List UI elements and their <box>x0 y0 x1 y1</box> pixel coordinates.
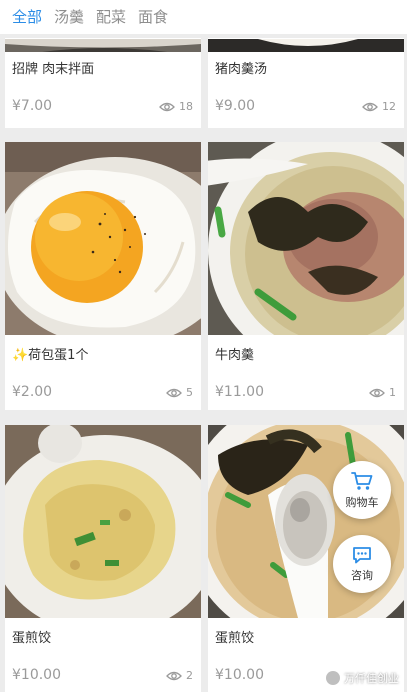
view-count: 2 <box>166 669 193 682</box>
view-count-value: 12 <box>382 100 396 113</box>
eye-icon <box>159 102 175 111</box>
product-name: 蛋煎饺 <box>215 631 255 646</box>
chat-bubble-icon <box>353 546 371 563</box>
product-card[interactable]: ✨荷包蛋1个 ¥2.00 5 <box>5 142 201 410</box>
view-count: 5 <box>166 386 193 399</box>
eye-icon <box>166 671 182 680</box>
tab-noodles[interactable]: 面食 <box>138 0 168 34</box>
product-card[interactable]: 招牌 肉末拌面 ¥7.00 18 <box>5 38 201 128</box>
view-count-value: 5 <box>186 386 193 399</box>
watermark: 万仟佳创业 <box>326 670 399 686</box>
view-count-value: 1 <box>389 386 396 399</box>
tab-all[interactable]: 全部 <box>12 0 42 34</box>
product-price: ¥7.00 <box>12 98 53 114</box>
product-price: ¥10.00 <box>215 667 264 683</box>
product-price: ¥2.00 <box>12 384 53 400</box>
eye-icon <box>362 102 378 111</box>
menu-page: 全部 汤羹 配菜 面食 招牌 肉末拌面 ¥7.00 18 猪肉羹汤 ¥9.00 … <box>0 0 407 692</box>
view-count-value: 2 <box>186 669 193 682</box>
eye-icon <box>166 388 182 397</box>
product-price: ¥10.00 <box>12 667 61 683</box>
product-card[interactable]: 牛肉羹 ¥11.00 1 <box>208 142 404 410</box>
product-price: ¥9.00 <box>215 98 256 114</box>
view-count: 18 <box>159 100 193 113</box>
tab-soup[interactable]: 汤羹 <box>54 0 84 34</box>
cart-label: 购物车 <box>345 495 379 509</box>
product-photo <box>208 38 404 52</box>
product-name: 蛋煎饺 <box>12 631 52 646</box>
view-count: 1 <box>369 386 396 399</box>
product-name: 猪肉羹汤 <box>215 62 268 77</box>
view-count: 12 <box>362 100 396 113</box>
category-tabs: 全部 汤羹 配菜 面食 <box>0 0 407 34</box>
watermark-text: 万仟佳创业 <box>344 672 399 685</box>
product-photo <box>208 142 404 335</box>
product-photo <box>5 425 201 618</box>
product-photo <box>5 38 201 52</box>
product-card[interactable]: 蛋煎饺 ¥10.00 2 <box>5 425 201 692</box>
shopping-cart-icon <box>351 471 373 490</box>
consult-button[interactable]: 咨询 <box>333 535 391 593</box>
product-name: ✨荷包蛋1个 <box>12 348 89 363</box>
tab-side-dishes[interactable]: 配菜 <box>96 0 126 34</box>
product-card[interactable]: 猪肉羹汤 ¥9.00 12 <box>208 38 404 128</box>
watermark-logo-icon <box>326 671 340 685</box>
view-count-value: 18 <box>179 100 193 113</box>
cart-button[interactable]: 购物车 <box>333 461 391 519</box>
product-name: 招牌 肉末拌面 <box>12 62 95 77</box>
product-photo <box>5 142 201 335</box>
product-price: ¥11.00 <box>215 384 264 400</box>
eye-icon <box>369 388 385 397</box>
consult-label: 咨询 <box>351 568 373 582</box>
product-name: 牛肉羹 <box>215 348 255 363</box>
